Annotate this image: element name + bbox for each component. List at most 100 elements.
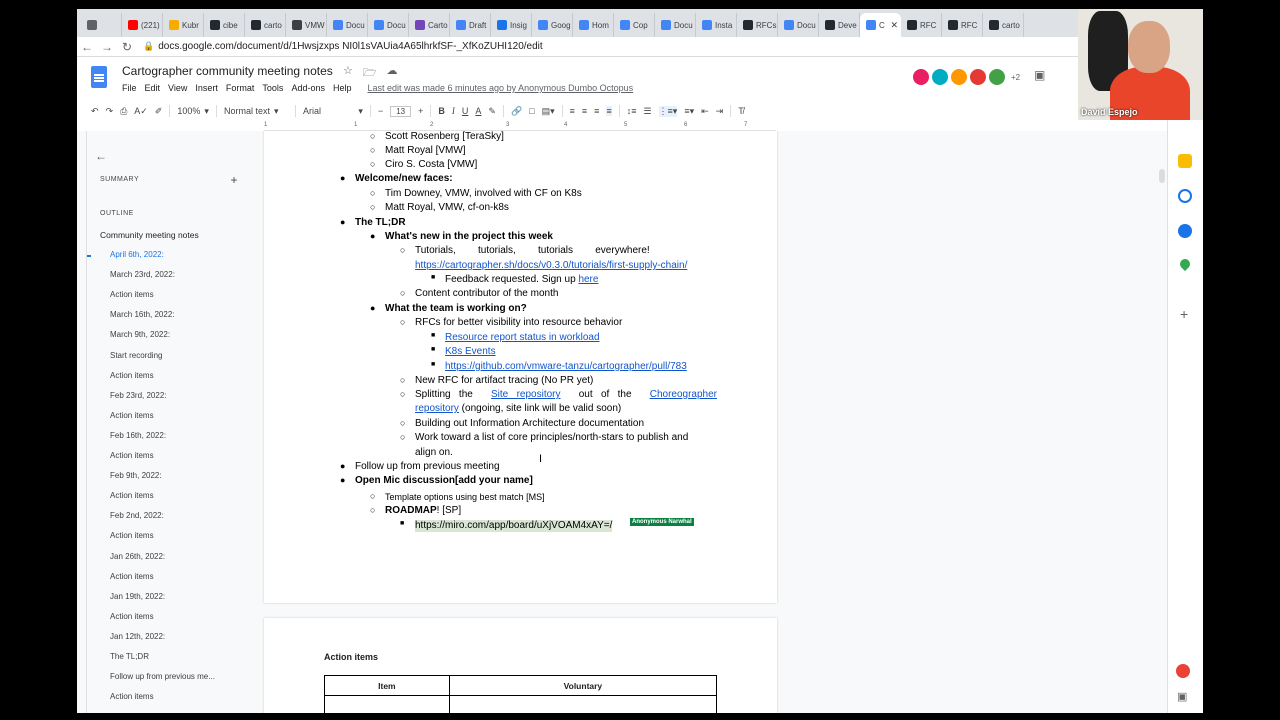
increase-indent-icon[interactable]: ⇥: [716, 106, 724, 117]
numbered-list-icon[interactable]: ≡▾: [684, 106, 694, 117]
style-select[interactable]: Normal text ▾: [224, 106, 288, 117]
outline-item[interactable]: Action items: [87, 687, 247, 707]
outline-item[interactable]: Jan 12th, 2022:: [87, 627, 247, 647]
avatar[interactable]: [969, 68, 987, 86]
outline-item[interactable]: Feb 2nd, 2022:: [87, 506, 247, 526]
browser-tab[interactable]: Carto: [409, 13, 450, 37]
paint-format-icon[interactable]: ✐: [155, 106, 163, 117]
avatar[interactable]: [931, 68, 949, 86]
browser-tab[interactable]: Insig: [491, 13, 532, 37]
text-line[interactable]: What's new in the project this week: [385, 231, 553, 243]
star-icon[interactable]: ☆: [343, 64, 353, 83]
document-title[interactable]: Cartographer community meeting notes: [122, 64, 333, 78]
forward-icon[interactable]: →: [97, 40, 117, 54]
align-center-icon[interactable]: ≡: [582, 106, 587, 116]
text-line[interactable]: ROADMAP! [SP]: [385, 505, 461, 517]
vertical-ruler[interactable]: [77, 131, 87, 713]
outline-item[interactable]: Jan 26th, 2022:: [87, 547, 247, 567]
align-left-icon[interactable]: ≡: [570, 106, 575, 116]
docs-logo-icon[interactable]: [91, 66, 107, 88]
text-line[interactable]: Building out Information Architecture do…: [415, 418, 644, 430]
browser-tab[interactable]: RFCs: [737, 13, 778, 37]
rfc-link[interactable]: Resource report status in workload: [445, 332, 600, 344]
browser-tab[interactable]: Draft: [450, 13, 491, 37]
back-icon[interactable]: ←: [77, 40, 97, 54]
browser-tab[interactable]: carto: [983, 13, 1024, 37]
text-line[interactable]: Follow up from previous meeting: [355, 461, 500, 473]
text-line[interactable]: Feedback requested. Sign up here: [445, 274, 598, 286]
outline-item[interactable]: Action items: [87, 486, 247, 506]
browser-tab[interactable]: carto: [245, 13, 286, 37]
underline-icon[interactable]: U: [462, 106, 469, 116]
browser-tab[interactable]: Kubr: [163, 13, 204, 37]
reload-icon[interactable]: ↻: [117, 40, 137, 54]
outline-item[interactable]: The TL;DR: [87, 647, 247, 667]
text-line[interactable]: Welcome/new faces:: [355, 173, 453, 185]
table-cell[interactable]: [448, 695, 718, 713]
menu-item[interactable]: Add-ons: [291, 83, 325, 93]
outline-item[interactable]: Feb 23rd, 2022:: [87, 386, 247, 406]
outline-item[interactable]: Action items: [87, 285, 247, 305]
menu-item[interactable]: View: [168, 83, 187, 93]
comment-history-icon[interactable]: ▣: [1034, 68, 1045, 82]
rfc-link[interactable]: K8s Events: [445, 346, 496, 358]
italic-icon[interactable]: I: [452, 106, 455, 116]
highlight-icon[interactable]: ✎: [488, 106, 496, 117]
tutorials-link[interactable]: https://cartographer.sh/docs/v0.3.0/tuto…: [415, 260, 687, 272]
text-line[interactable]: Ciro S. Costa [VMW]: [385, 159, 477, 171]
menu-item[interactable]: Tools: [262, 83, 283, 93]
text-line[interactable]: Template options using best match [MS]: [385, 491, 545, 503]
text-line[interactable]: Work toward a list of core principles/no…: [415, 432, 688, 444]
print-icon[interactable]: ⎙: [120, 106, 127, 117]
choreographer-link[interactable]: Choreographer: [650, 389, 717, 401]
menu-item[interactable]: Insert: [195, 83, 218, 93]
text-line[interactable]: Tutorials, tutorials, tutorials everywhe…: [415, 245, 717, 257]
spellcheck-icon[interactable]: A✓: [134, 106, 148, 117]
text-line[interactable]: Splitting the Site repository out of the…: [415, 389, 717, 401]
align-right-icon[interactable]: ≡: [594, 106, 599, 116]
browser-tab[interactable]: Docu: [778, 13, 819, 37]
avatar[interactable]: [950, 68, 968, 86]
last-edit-link[interactable]: Last edit was made 6 minutes ago by Anon…: [367, 83, 633, 93]
undo-icon[interactable]: ↶: [91, 106, 99, 117]
browser-tab[interactable]: Docu: [368, 13, 409, 37]
text-line[interactable]: The TL;DR: [355, 217, 406, 229]
add-comment-icon[interactable]: □: [529, 106, 534, 116]
align-justify-icon[interactable]: ≡: [606, 106, 612, 116]
checklist-icon[interactable]: ☰: [643, 106, 651, 117]
horizontal-ruler[interactable]: 1 1 2 3 4 5 6 7: [264, 122, 776, 131]
bulleted-list-icon[interactable]: ⋮≡▾: [658, 105, 678, 117]
contacts-icon[interactable]: [1178, 224, 1192, 238]
browser-tab[interactable]: Goog: [532, 13, 573, 37]
notification-icon[interactable]: [1176, 664, 1190, 678]
miro-link[interactable]: https://miro.com/app/board/uXjVOAM4xAY=/: [415, 520, 613, 532]
text-line[interactable]: Open Mic discussion[add your name]: [355, 475, 533, 487]
outline-item[interactable]: March 23rd, 2022:: [87, 265, 247, 285]
browser-tab[interactable]: cibe: [204, 13, 245, 37]
text-line[interactable]: Content contributor of the month: [415, 288, 558, 300]
font-select[interactable]: Arial ▾: [303, 106, 363, 117]
text-line[interactable]: RFCs for better visibility into resource…: [415, 317, 622, 329]
outline-item[interactable]: Action items: [87, 567, 247, 587]
text-line[interactable]: What the team is working on?: [385, 303, 527, 315]
scrollbar-thumb[interactable]: [1159, 169, 1165, 183]
table-header[interactable]: Voluntary: [448, 675, 718, 696]
zoom-select[interactable]: 100% ▾: [177, 106, 209, 117]
add-summary-icon[interactable]: +: [230, 173, 238, 187]
action-items-table[interactable]: Item Voluntary: [324, 675, 718, 713]
url-field[interactable]: 🔒 docs.google.com/document/d/1Hwsjzxps N…: [143, 41, 543, 52]
font-size-increase-icon[interactable]: +: [418, 106, 423, 116]
line-spacing-icon[interactable]: ↕≡: [627, 106, 637, 116]
add-addon-icon[interactable]: +: [1180, 306, 1188, 322]
outline-item[interactable]: Community meeting notes: [87, 225, 247, 245]
font-size-decrease-icon[interactable]: −: [378, 106, 383, 116]
bold-icon[interactable]: B: [438, 106, 445, 116]
url-text[interactable]: docs.google.com/document/d/1Hwsjzxps NI0…: [158, 41, 542, 52]
site-repository-link[interactable]: Site repository: [491, 389, 560, 401]
tasks-icon[interactable]: [1178, 189, 1192, 203]
outline-item[interactable]: Action items: [87, 406, 247, 426]
browser-tab[interactable]: RFC: [901, 13, 942, 37]
outline-item[interactable]: Action items: [87, 446, 247, 466]
menu-item[interactable]: Edit: [145, 83, 161, 93]
table-header[interactable]: Item: [324, 675, 450, 696]
